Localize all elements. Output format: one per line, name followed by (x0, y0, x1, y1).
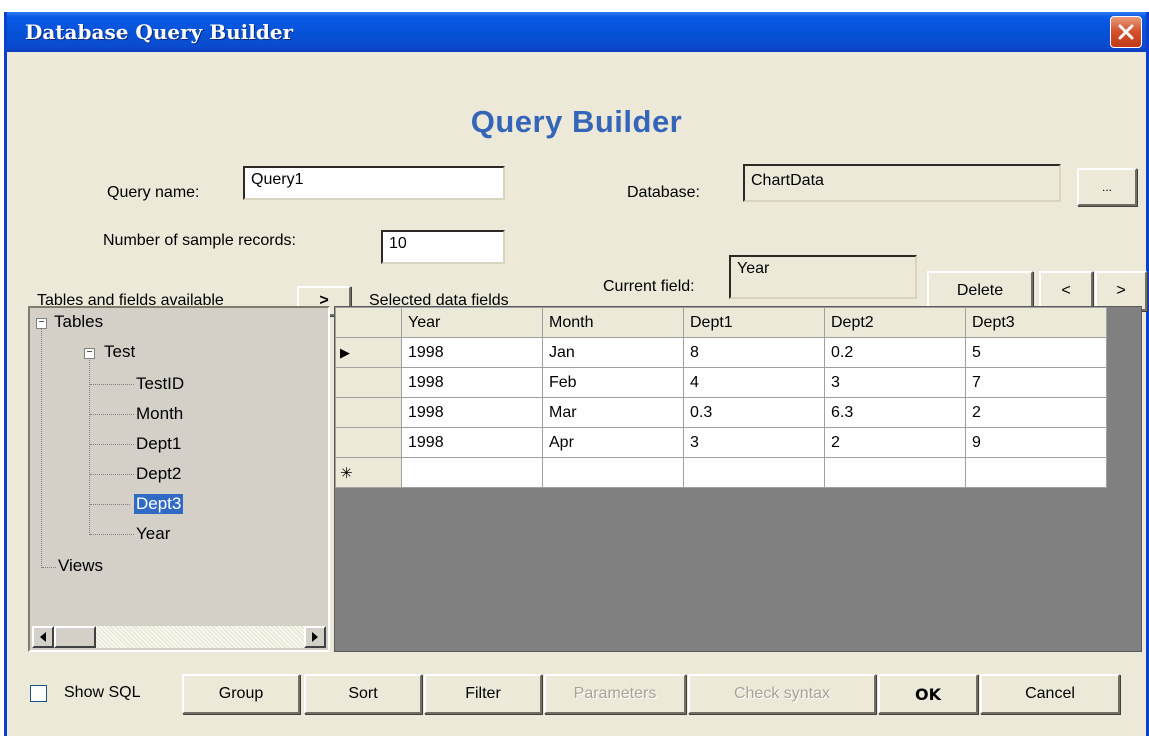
sort-button[interactable]: Sort (304, 674, 422, 714)
sample-records-input[interactable]: 10 (381, 230, 505, 264)
title-bar[interactable]: Database Query Builder (7, 12, 1146, 52)
move-left-button[interactable]: < (1039, 271, 1093, 311)
column-header-month[interactable]: Month (542, 307, 684, 338)
query-name-input[interactable]: Query1 (243, 166, 505, 200)
window-title: Database Query Builder (25, 20, 294, 44)
close-button[interactable] (1110, 16, 1142, 48)
scroll-right-button[interactable] (304, 626, 326, 648)
new-row[interactable]: ✳ (335, 457, 1107, 488)
grid-cell[interactable] (824, 457, 966, 488)
current-field-label: Current field: (603, 278, 695, 295)
table-row[interactable]: ▶ 1998 Jan 8 0.2 5 (335, 337, 1107, 368)
grid-cell[interactable]: 9 (965, 427, 1107, 458)
scroll-thumb[interactable] (54, 626, 96, 648)
new-row-asterisk-icon[interactable]: ✳ (335, 457, 402, 488)
column-header-year[interactable]: Year (401, 307, 543, 338)
grid-cell[interactable]: Apr (542, 427, 684, 458)
grid-cell[interactable] (542, 457, 684, 488)
row-selector[interactable] (335, 367, 402, 398)
column-header-dept2[interactable]: Dept2 (824, 307, 966, 338)
column-header-dept1[interactable]: Dept1 (683, 307, 825, 338)
grid-cell[interactable]: 4 (683, 367, 825, 398)
database-field: ChartData (743, 164, 1061, 202)
show-sql-checkbox[interactable] (30, 685, 47, 702)
table-row[interactable]: 1998 Apr 3 2 9 (335, 427, 1107, 458)
scroll-left-button[interactable] (32, 626, 54, 648)
grid-cell[interactable]: 2 (824, 427, 966, 458)
tree-node-dept2[interactable]: Dept2 (136, 464, 181, 484)
tree-node-dept3[interactable]: Dept3 (134, 494, 184, 514)
collapse-test-icon[interactable]: − (84, 348, 95, 359)
tree-horizontal-scrollbar[interactable] (32, 626, 326, 648)
grid-cell[interactable]: Feb (542, 367, 684, 398)
arrow-left-icon (40, 632, 46, 642)
check-syntax-button: Check syntax (688, 674, 876, 714)
show-sql-label[interactable]: Show SQL (64, 684, 140, 702)
cancel-button[interactable]: Cancel (980, 674, 1120, 714)
tree-node-views[interactable]: Views (58, 556, 103, 576)
grid-cell[interactable]: 2 (965, 397, 1107, 428)
grid-cell[interactable]: 1998 (401, 367, 543, 398)
table-row[interactable]: 1998 Feb 4 3 7 (335, 367, 1107, 398)
grid-cell[interactable]: 1998 (401, 397, 543, 428)
row-selector[interactable] (335, 397, 402, 428)
grid-cell[interactable]: Mar (542, 397, 684, 428)
row-selector[interactable] (335, 427, 402, 458)
grid-cell[interactable]: 3 (824, 367, 966, 398)
page-title: Query Builder (470, 104, 683, 139)
grid-cell[interactable]: 3 (683, 427, 825, 458)
move-right-button[interactable]: > (1095, 271, 1147, 311)
browse-database-button[interactable]: ... (1077, 168, 1137, 206)
grid-cell[interactable] (965, 457, 1107, 488)
tree-node-test[interactable]: Test (104, 342, 135, 362)
current-field-display: Year (729, 255, 917, 299)
grid-cell[interactable]: 5 (965, 337, 1107, 368)
grid-cell[interactable]: 0.2 (824, 337, 966, 368)
column-header-dept3[interactable]: Dept3 (965, 307, 1107, 338)
tree-node-year[interactable]: Year (136, 524, 170, 544)
tree-node-testid[interactable]: TestID (136, 374, 184, 394)
grid-cell[interactable]: 7 (965, 367, 1107, 398)
tree-node-dept1[interactable]: Dept1 (136, 434, 181, 454)
grid-cell[interactable]: Jan (542, 337, 684, 368)
tree-node-month[interactable]: Month (136, 404, 183, 424)
group-button[interactable]: Group (182, 674, 300, 714)
grid-cell[interactable]: 0.3 (683, 397, 825, 428)
grid-corner-cell (335, 307, 402, 338)
query-name-label: Query name: (107, 184, 200, 201)
database-label: Database: (627, 184, 700, 201)
close-icon (1118, 24, 1134, 40)
current-row-indicator-icon[interactable]: ▶ (335, 337, 402, 368)
grid-cell[interactable]: 1998 (401, 337, 543, 368)
grid-cell[interactable]: 6.3 (824, 397, 966, 428)
grid-cell[interactable] (683, 457, 825, 488)
tables-tree[interactable]: − Tables − Test TestID Month Dept1 Dept2… (28, 306, 330, 652)
arrow-right-icon (312, 632, 318, 642)
sample-records-label: Number of sample records: (103, 232, 296, 249)
delete-field-button[interactable]: Delete (927, 271, 1033, 311)
grid-cell[interactable]: 8 (683, 337, 825, 368)
selected-fields-grid[interactable]: Year Month Dept1 Dept2 Dept3 ▶ 1998 Jan … (334, 306, 1142, 652)
tree-node-tables[interactable]: Tables (54, 312, 103, 332)
ok-button[interactable]: OK (878, 674, 978, 714)
grid-cell[interactable] (401, 457, 543, 488)
collapse-tables-icon[interactable]: − (36, 318, 47, 329)
grid-cell[interactable]: 1998 (401, 427, 543, 458)
grid-header-row: Year Month Dept1 Dept2 Dept3 (335, 307, 1107, 338)
table-row[interactable]: 1998 Mar 0.3 6.3 2 (335, 397, 1107, 428)
filter-button[interactable]: Filter (424, 674, 542, 714)
parameters-button: Parameters (544, 674, 686, 714)
